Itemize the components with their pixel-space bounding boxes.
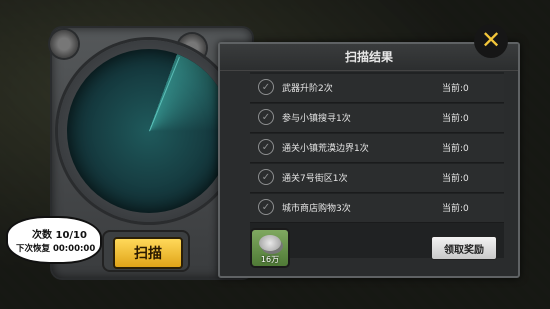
task-row: ✓ 城市商店购物3次 当前:0 <box>250 194 504 223</box>
recover-timer-text: 下次恢复 00:00:00 <box>16 244 96 254</box>
check-icon: ✓ <box>258 109 274 125</box>
task-row: ✓ 通关小镇荒漠边界1次 当前:0 <box>250 134 504 163</box>
check-icon: ✓ <box>258 169 274 185</box>
reward-item[interactable]: 16万 <box>252 230 288 266</box>
scan-counter-bubble: 次数 10/10 下次恢复 00:00:00 <box>8 218 100 262</box>
task-progress: 当前:0 <box>442 174 469 184</box>
task-progress: 当前:0 <box>442 114 469 124</box>
task-name: 通关小镇荒漠边界1次 <box>282 144 369 154</box>
scan-button[interactable]: 扫描 <box>113 237 183 269</box>
scan-count-text: 次数 10/10 <box>32 230 87 241</box>
task-progress: 当前:0 <box>442 144 469 154</box>
task-name: 通关7号街区1次 <box>282 174 348 184</box>
check-icon: ✓ <box>258 79 274 95</box>
task-progress: 当前:0 <box>442 84 469 94</box>
task-row: ✓ 参与小镇搜寻1次 当前:0 <box>250 104 504 133</box>
task-name: 城市商店购物3次 <box>282 204 351 214</box>
reward-amount: 16万 <box>260 255 280 264</box>
silver-coin-icon <box>259 235 281 251</box>
close-icon: ✕ <box>480 26 502 54</box>
task-row: ✓ 武器升阶2次 当前:0 <box>250 74 504 103</box>
task-row: ✓ 通关7号街区1次 当前:0 <box>250 164 504 193</box>
radar-screen <box>67 49 231 213</box>
task-name: 参与小镇搜寻1次 <box>282 114 351 124</box>
claim-reward-button[interactable]: 领取奖励 <box>431 236 497 260</box>
frame-bolt <box>50 30 78 58</box>
check-icon: ✓ <box>258 139 274 155</box>
check-icon: ✓ <box>258 199 274 215</box>
task-progress: 当前:0 <box>442 204 469 214</box>
task-list: ✓ 武器升阶2次 当前:0 ✓ 参与小镇搜寻1次 当前:0 ✓ 通关小镇荒漠边界… <box>250 72 504 258</box>
task-name: 武器升阶2次 <box>282 84 333 94</box>
close-button[interactable]: ✕ <box>474 24 508 58</box>
